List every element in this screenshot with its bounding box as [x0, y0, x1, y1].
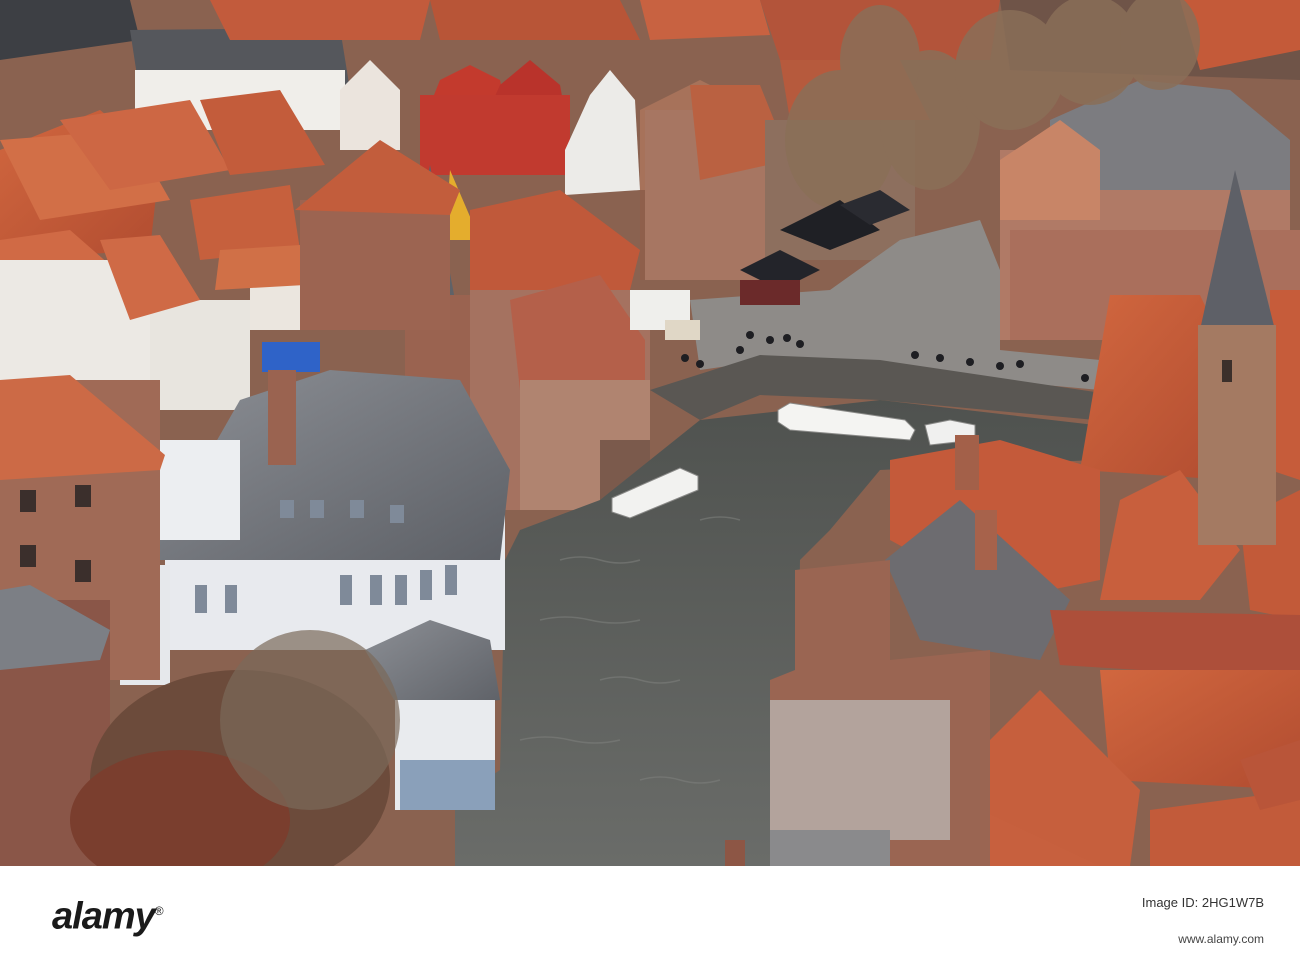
stock-image-id: Image ID: 2HG1W7B: [1142, 894, 1264, 912]
stock-logo: alamy®: [52, 885, 164, 943]
stock-watermark-bar: alamy® Image ID: 2HG1W7B www.alamy.com: [0, 866, 1300, 956]
aerial-photo: [0, 0, 1300, 866]
stock-logo-mark: ®: [154, 904, 164, 918]
stock-site-url: www.alamy.com: [1178, 932, 1264, 946]
photo-canvas: [0, 0, 1300, 866]
image-id-label: Image ID: 2HG1W7B: [1141, 895, 1264, 910]
left-upper-houses: [0, 90, 325, 410]
stock-logo-text: alamy: [52, 895, 156, 938]
